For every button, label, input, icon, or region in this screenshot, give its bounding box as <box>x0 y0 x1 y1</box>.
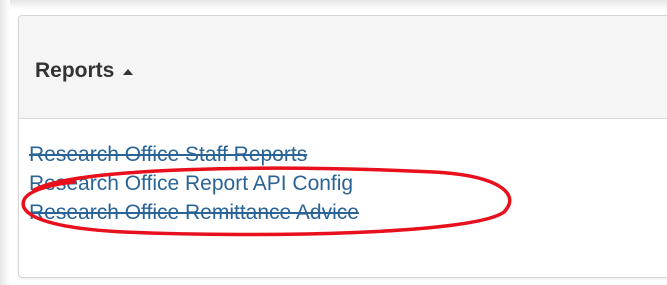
window-shadow-left <box>0 0 10 285</box>
report-link-remittance-advice[interactable]: Research Office Remittance Advice <box>29 198 359 227</box>
window-shadow-top <box>0 0 667 10</box>
report-link-staff-reports[interactable]: Research Office Staff Reports <box>29 140 359 169</box>
reports-list: Research Office Staff Reports Research O… <box>29 140 359 227</box>
report-link-api-config[interactable]: Research Office Report API Config <box>29 169 359 198</box>
caret-up-icon <box>123 69 134 75</box>
reports-panel-heading[interactable]: Reports <box>19 16 667 119</box>
reports-title-label: Reports <box>35 59 115 82</box>
reports-panel-title[interactable]: Reports <box>35 59 134 83</box>
